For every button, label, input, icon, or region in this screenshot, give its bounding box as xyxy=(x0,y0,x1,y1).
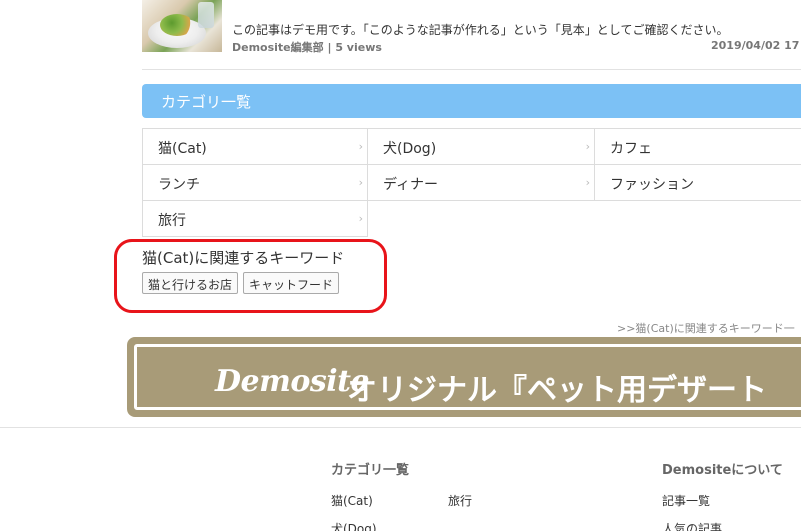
category-header-title: カテゴリ一覧 xyxy=(161,93,252,111)
chevron-right-icon: › xyxy=(358,212,363,225)
glass-shape xyxy=(198,2,214,28)
chevron-right-icon: › xyxy=(358,140,363,153)
highlight-annotation xyxy=(114,239,387,313)
article-thumbnail[interactable] xyxy=(142,0,222,52)
article-description[interactable]: この記事はデモ用です。「このような記事が作れる」という「見本」としてご確認くださ… xyxy=(232,21,728,38)
category-item-label: ランチ xyxy=(158,177,200,193)
salad-shape xyxy=(160,14,194,36)
footer-link-cat[interactable]: 猫(Cat) xyxy=(331,492,373,509)
category-item-lunch[interactable]: ランチ › xyxy=(142,164,368,201)
banner-frame: Demosite オリジナル『ペット用デザート xyxy=(134,344,801,410)
category-item-cat[interactable]: 猫(Cat) › xyxy=(142,128,368,165)
category-item-label: ファッション xyxy=(610,177,694,193)
category-item-travel[interactable]: 旅行 › xyxy=(142,200,368,237)
article-date: 2019/04/02 17 xyxy=(711,39,800,52)
category-item-cafe[interactable]: カフェ xyxy=(594,128,801,165)
footer-divider xyxy=(0,427,801,428)
footer-about-heading: Demositeについて xyxy=(662,463,783,478)
chevron-right-icon: › xyxy=(585,176,590,189)
category-item-label: 猫(Cat) xyxy=(158,141,207,157)
category-item-label: 犬(Dog) xyxy=(383,141,437,157)
banner-text: オリジナル『ペット用デザート xyxy=(347,373,767,408)
chevron-right-icon: › xyxy=(585,140,590,153)
category-item-label: カフェ xyxy=(610,141,652,157)
category-item-label: ディナー xyxy=(383,177,439,193)
keyword-more-link[interactable]: >>猫(Cat)に関連するキーワード一 xyxy=(617,320,795,336)
footer-link-articles[interactable]: 記事一覧 xyxy=(662,492,710,509)
category-header: カテゴリ一覧 xyxy=(142,84,801,118)
divider xyxy=(142,69,801,70)
footer-link-popular[interactable]: 人気の記事 xyxy=(662,520,722,531)
category-item-dog[interactable]: 犬(Dog) › xyxy=(367,128,595,165)
article-meta: Demosite編集部 | 5 views xyxy=(232,41,382,54)
category-item-label: 旅行 xyxy=(158,213,186,229)
banner-logo: Demosite xyxy=(215,364,370,399)
promo-banner[interactable]: Demosite オリジナル『ペット用デザート xyxy=(127,337,801,417)
footer-category-heading: カテゴリ一覧 xyxy=(331,463,410,478)
footer-link-dog[interactable]: 犬(Dog) xyxy=(331,520,377,531)
chevron-right-icon: › xyxy=(358,176,363,189)
category-item-fashion[interactable]: ファッション xyxy=(594,164,801,201)
footer-link-travel[interactable]: 旅行 xyxy=(448,492,472,509)
category-item-dinner[interactable]: ディナー › xyxy=(367,164,595,201)
